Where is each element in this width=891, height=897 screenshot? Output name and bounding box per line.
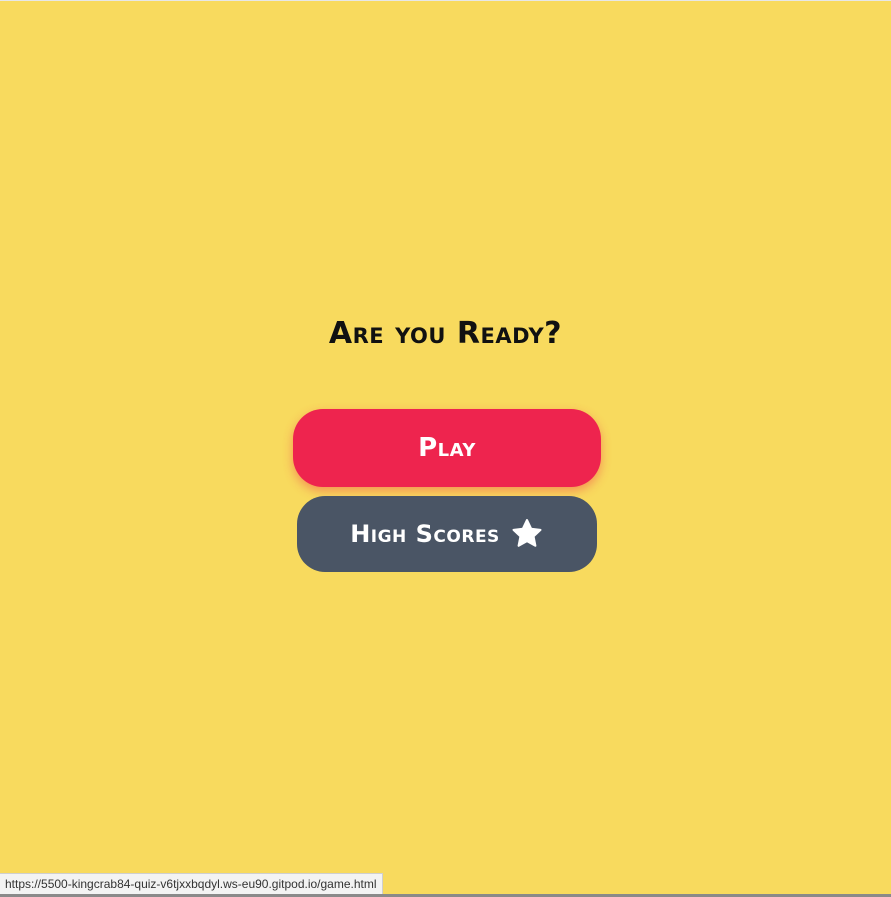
high-scores-button[interactable]: High Scores (297, 496, 597, 572)
status-bar-url: https://5500-kingcrab84-quiz-v6tjxxbqdyl… (0, 873, 383, 895)
star-icon (512, 519, 542, 547)
window-top-border (0, 0, 891, 1)
play-button-label: Play (418, 433, 476, 463)
page-title: Are you Ready? (328, 316, 563, 351)
play-button[interactable]: Play (293, 409, 601, 487)
high-scores-button-label: High Scores (350, 520, 500, 548)
